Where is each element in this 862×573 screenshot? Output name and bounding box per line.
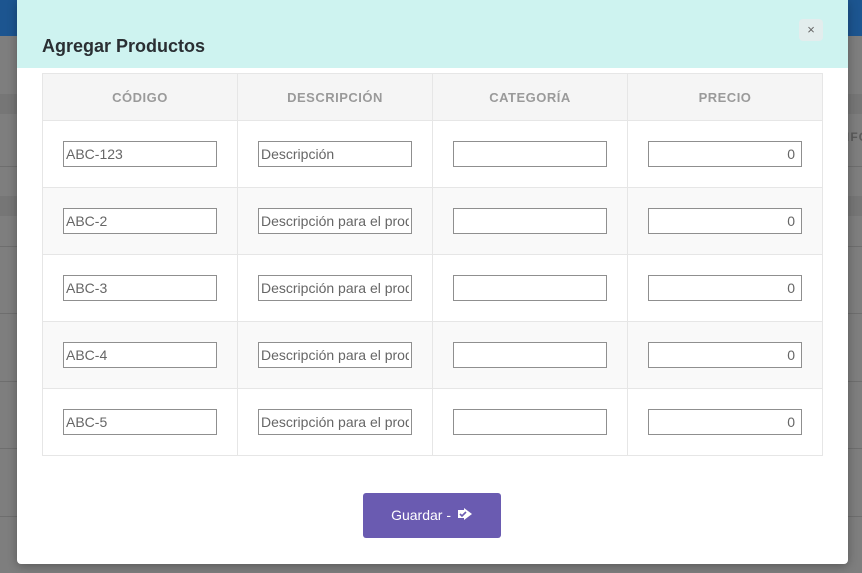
descripcion-input[interactable]	[258, 141, 412, 167]
codigo-input[interactable]	[63, 342, 217, 368]
table-cell	[237, 120, 433, 188]
precio-input[interactable]	[648, 342, 802, 368]
table-cell	[432, 321, 628, 389]
background-text-fragment: IFC	[846, 130, 862, 144]
table-cell	[627, 388, 823, 456]
table-cell	[627, 321, 823, 389]
codigo-input[interactable]	[63, 141, 217, 167]
categoria-input[interactable]	[453, 409, 607, 435]
table-cell	[237, 187, 433, 255]
precio-input[interactable]	[648, 141, 802, 167]
save-button-label: Guardar -	[391, 507, 455, 523]
precio-input[interactable]	[648, 275, 802, 301]
column-header-codigo: CÓDIGO	[42, 73, 238, 121]
categoria-input[interactable]	[453, 141, 607, 167]
modal-header: Agregar Productos ×	[17, 0, 848, 68]
table-cell	[627, 120, 823, 188]
descripcion-input[interactable]	[258, 409, 412, 435]
codigo-input[interactable]	[63, 275, 217, 301]
table-cell	[432, 388, 628, 456]
categoria-input[interactable]	[453, 275, 607, 301]
table-row	[42, 120, 823, 188]
column-header-precio: PRECIO	[627, 73, 823, 121]
descripcion-input[interactable]	[258, 275, 412, 301]
table-row	[42, 321, 823, 389]
table-cell	[432, 254, 628, 322]
table-cell	[42, 120, 238, 188]
table-cell	[42, 321, 238, 389]
table-cell	[432, 120, 628, 188]
table-cell	[42, 254, 238, 322]
table-row	[42, 187, 823, 255]
table-row	[42, 254, 823, 322]
save-button[interactable]: Guardar -	[363, 493, 501, 538]
table-cell	[237, 321, 433, 389]
table-cell	[627, 187, 823, 255]
column-header-descripcion: DESCRIPCIÓN	[237, 73, 433, 121]
categoria-input[interactable]	[453, 208, 607, 234]
descripcion-input[interactable]	[258, 208, 412, 234]
table-cell	[42, 187, 238, 255]
precio-input[interactable]	[648, 208, 802, 234]
table-cell	[627, 254, 823, 322]
table-cell	[237, 388, 433, 456]
add-products-modal: Agregar Productos × CÓDIGO DESCRIPCIÓN C…	[17, 0, 848, 564]
table-cell	[42, 388, 238, 456]
close-icon: ×	[807, 22, 815, 37]
table-header-row: CÓDIGO DESCRIPCIÓN CATEGORÍA PRECIO	[42, 73, 823, 121]
descripcion-input[interactable]	[258, 342, 412, 368]
table-row	[42, 388, 823, 456]
precio-input[interactable]	[648, 409, 802, 435]
share-check-icon	[457, 508, 472, 520]
codigo-input[interactable]	[63, 208, 217, 234]
column-header-categoria: CATEGORÍA	[432, 73, 628, 121]
products-table: CÓDIGO DESCRIPCIÓN CATEGORÍA PRECIO	[42, 73, 823, 456]
codigo-input[interactable]	[63, 409, 217, 435]
close-button[interactable]: ×	[799, 19, 823, 41]
modal-title: Agregar Productos	[42, 36, 206, 56]
categoria-input[interactable]	[453, 342, 607, 368]
table-cell	[237, 254, 433, 322]
table-cell	[432, 187, 628, 255]
